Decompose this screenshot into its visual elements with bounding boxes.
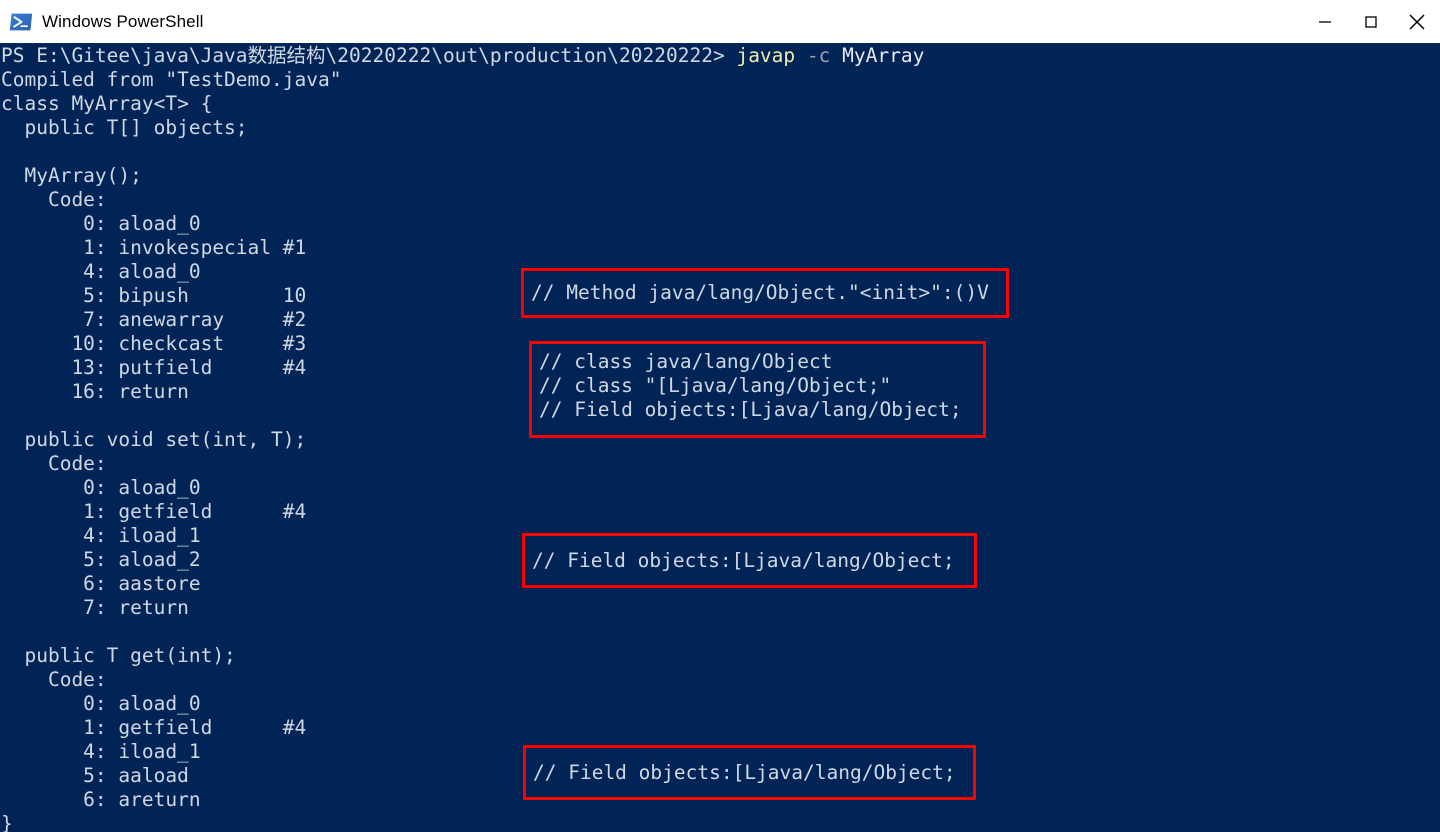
console-line: Code: <box>1 188 107 211</box>
console-line: 5: aload_2 <box>1 548 201 571</box>
console-line: 0: aload_0 <box>1 476 201 499</box>
close-button[interactable] <box>1394 0 1440 43</box>
title-bar[interactable]: Windows PowerShell <box>0 0 1440 44</box>
console-line: 1: getfield #4 <box>1 500 307 523</box>
terminal-output-area[interactable]: PS E:\Gitee\java\Java数据结构\20220222\out\p… <box>0 44 1440 832</box>
command-name: javap <box>736 44 796 67</box>
command-parameter: -c <box>795 44 843 67</box>
console-line: 5: aaload <box>1 764 189 787</box>
console-line: 4: aload_0 <box>1 260 201 283</box>
console-line: 1: getfield #4 <box>1 716 307 739</box>
window-controls <box>1302 0 1440 43</box>
title-bar-left: Windows PowerShell <box>0 10 203 34</box>
console-line: 1: invokespecial #1 <box>1 236 307 259</box>
prompt-line: PS E:\Gitee\java\Java数据结构\20220222\out\p… <box>0 44 924 68</box>
powershell-icon <box>9 10 33 34</box>
console-line: 0: aload_0 <box>1 212 201 235</box>
console-line: 5: bipush 10 <box>1 284 307 307</box>
console-line: 7: anewarray #2 <box>1 308 307 331</box>
console-line: } <box>1 812 13 832</box>
console-line: 13: putfield #4 <box>1 356 307 379</box>
window-title: Windows PowerShell <box>42 11 204 31</box>
console-line: Code: <box>1 668 107 691</box>
console-line: public T[] objects; <box>1 116 248 139</box>
console-line: 10: checkcast #3 <box>1 332 307 355</box>
console-line: 0: aload_0 <box>1 692 201 715</box>
console-line: 6: aastore <box>1 572 201 595</box>
console-line: Compiled from "TestDemo.java" <box>1 68 342 91</box>
console-line: 6: areturn <box>1 788 201 811</box>
minimize-button[interactable] <box>1302 0 1348 43</box>
console-line: 4: iload_1 <box>1 524 201 547</box>
console-line: 7: return <box>1 596 189 619</box>
powershell-window: Windows PowerShell PS E:\Gitee\java\Java… <box>0 0 1440 832</box>
console-line: class MyArray<T> { <box>1 92 213 115</box>
console-line: MyArray(); <box>1 164 142 187</box>
console-line: 4: iload_1 <box>1 740 201 763</box>
console-line: public void set(int, T); <box>1 428 307 451</box>
console-line: 16: return <box>1 380 189 403</box>
console-line: public T get(int); <box>1 644 236 667</box>
console-line: Code: <box>1 452 107 475</box>
prompt-path: PS E:\Gitee\java\Java数据结构\20220222\out\p… <box>1 44 737 67</box>
maximize-button[interactable] <box>1348 0 1394 43</box>
command-argument: MyArray <box>842 44 925 67</box>
console-text: PS E:\Gitee\java\Java数据结构\20220222\out\p… <box>0 44 924 832</box>
